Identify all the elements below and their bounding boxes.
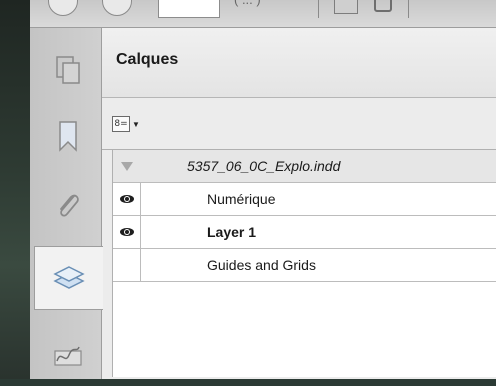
top-toolbar: ( ... ) <box>30 0 496 28</box>
visibility-toggle-numerique[interactable] <box>113 183 141 215</box>
visibility-toggle-layer-1[interactable] <box>113 216 141 248</box>
tab-pages[interactable] <box>34 38 102 102</box>
layers-panel: Calques 8= ▼ 5357_06_0C_Explo.indd Numér… <box>102 28 496 379</box>
toolbar-separator <box>408 0 409 18</box>
desktop-background <box>0 0 30 379</box>
panel-options-bar: 8= ▼ <box>102 98 496 150</box>
eye-icon <box>119 228 134 236</box>
layer-name: Numérique <box>207 191 276 207</box>
panel-header: Calques <box>102 28 496 98</box>
bookmark-icon <box>59 121 77 152</box>
list-options-icon: 8= <box>112 116 130 132</box>
layers-list: 5357_06_0C_Explo.indd Numérique Layer 1 … <box>112 150 496 377</box>
layers-icon <box>53 266 85 289</box>
eye-icon <box>119 195 134 203</box>
expand-toggle[interactable] <box>113 150 141 182</box>
toolbar-select-tool-button[interactable] <box>334 0 358 14</box>
paperclip-icon <box>60 194 79 217</box>
page-count-text: ( ... ) <box>234 0 261 7</box>
layer-name: Guides and Grids <box>207 257 316 273</box>
toolbar-round-button-1[interactable] <box>48 0 78 16</box>
disclosure-triangle-icon <box>121 161 133 171</box>
toolbar-hand-tool-button[interactable] <box>374 0 392 12</box>
pages-icon <box>56 56 80 84</box>
navigation-pane-rail <box>30 28 103 379</box>
signature-icon <box>54 346 82 366</box>
tab-signatures[interactable] <box>34 322 102 386</box>
tab-layers[interactable] <box>34 246 103 310</box>
tab-attachments[interactable] <box>34 174 102 238</box>
toolbar-separator <box>318 0 319 18</box>
layer-row-numerique[interactable]: Numérique <box>113 183 496 216</box>
toolbar-round-button-2[interactable] <box>102 0 132 16</box>
layer-row-guides-and-grids[interactable]: Guides and Grids <box>113 249 496 282</box>
panel-title: Calques <box>116 51 179 68</box>
options-menu-button[interactable]: 8= ▼ <box>112 116 140 132</box>
layer-name: Layer 1 <box>207 224 257 240</box>
layer-row-layer-1[interactable]: Layer 1 <box>113 216 496 249</box>
tab-bookmarks[interactable] <box>34 104 102 168</box>
chevron-down-icon: ▼ <box>132 119 140 129</box>
page-number-field[interactable] <box>158 0 220 18</box>
document-row[interactable]: 5357_06_0C_Explo.indd <box>113 150 496 183</box>
visibility-toggle-guides-and-grids[interactable] <box>113 249 141 281</box>
document-name: 5357_06_0C_Explo.indd <box>187 158 341 174</box>
